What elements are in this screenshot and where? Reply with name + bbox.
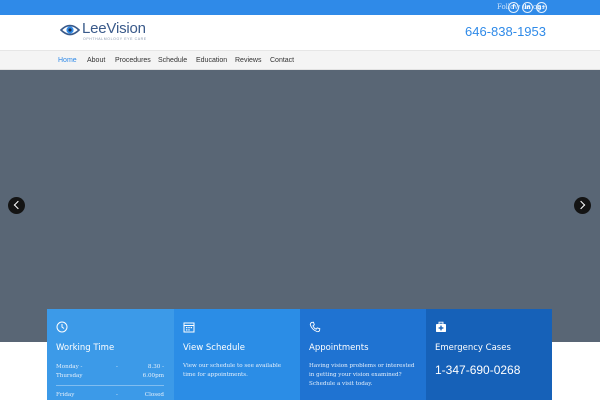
nav-schedule[interactable]: Schedule <box>158 56 187 65</box>
nav-reviews[interactable]: Reviews <box>235 56 261 65</box>
eye-icon <box>60 24 80 36</box>
site-header: LeeVision OPHTHALMOLOGY EYE CARE 646-838… <box>0 15 600 50</box>
nav-procedures[interactable]: Procedures <box>115 56 151 65</box>
emergency-box: Emergency Cases 1-347-690-0268 <box>426 309 552 400</box>
logo-tagline: OPHTHALMOLOGY EYE CARE <box>83 37 147 41</box>
chevron-left-icon[interactable] <box>8 197 25 214</box>
working-day: Monday - Thursday <box>56 364 83 379</box>
linkedin-icon[interactable]: in <box>522 2 533 13</box>
hero-slider <box>0 70 600 342</box>
schedule-desc: View our schedule to see available time … <box>183 363 282 378</box>
appointments-title[interactable]: Appointments <box>309 343 369 353</box>
chevron-right-icon[interactable] <box>574 197 591 214</box>
site-logo[interactable]: LeeVision OPHTHALMOLOGY EYE CARE <box>60 21 150 45</box>
nav-home[interactable]: Home <box>58 56 77 65</box>
working-dash: - <box>116 392 118 398</box>
phone-icon <box>309 321 321 333</box>
nav-about[interactable]: About <box>87 56 105 65</box>
logo-name: LeeVision <box>82 20 146 37</box>
main-nav: Home About Procedures Schedule Education… <box>0 50 600 70</box>
facebook-icon[interactable]: f <box>508 2 519 13</box>
row-divider <box>56 385 164 386</box>
calendar-icon <box>183 322 195 333</box>
emergency-phone[interactable]: 1-347-690-0268 <box>435 363 520 377</box>
appointments-box[interactable]: Appointments Having vision problems or i… <box>300 309 427 400</box>
schedule-box[interactable]: View Schedule View our schedule to see a… <box>174 309 301 400</box>
nav-contact[interactable]: Contact <box>270 56 294 65</box>
working-hours: Closed <box>144 392 164 398</box>
header-phone[interactable]: 646-838-1953 <box>465 24 546 39</box>
medical-kit-icon <box>436 321 446 332</box>
working-time-title: Working Time <box>56 343 115 353</box>
googleplus-icon[interactable]: g+ <box>536 2 547 13</box>
working-time-box: Working Time Monday - Thursday - 8.30 - … <box>47 309 174 400</box>
working-dash: - <box>116 364 118 370</box>
schedule-title[interactable]: View Schedule <box>183 343 245 353</box>
emergency-title: Emergency Cases <box>435 343 511 353</box>
clock-icon <box>56 321 68 333</box>
nav-education[interactable]: Education <box>196 56 227 65</box>
appointments-desc: Having vision problems or interested in … <box>309 363 415 387</box>
top-bar: Follow us on: f in g+ <box>0 0 600 15</box>
working-hours: 8.30 - 6.00pm <box>142 364 164 379</box>
working-day: Friday <box>56 392 75 398</box>
